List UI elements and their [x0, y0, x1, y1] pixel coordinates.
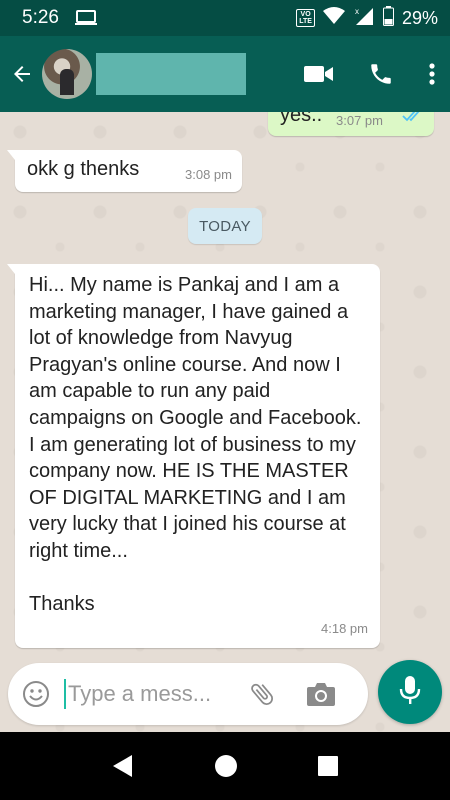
chat-header: [0, 36, 450, 112]
message-input-container: [8, 663, 368, 725]
composer: [0, 660, 450, 732]
avatar[interactable]: [42, 49, 92, 99]
cell-signal-icon: x: [353, 6, 375, 31]
phone-icon[interactable]: [368, 61, 394, 87]
message-bubble-incoming[interactable]: Hi... My name is Pankaj and I am a marke…: [7, 264, 380, 648]
status-indicators: VO LTE x 29%: [296, 5, 438, 31]
svg-text:x: x: [355, 7, 359, 16]
message-time: 3:08 pm: [185, 167, 232, 182]
battery-icon: [382, 5, 394, 31]
emoji-icon[interactable]: [22, 680, 50, 708]
message-text: Hi... My name is Pankaj and I am a marke…: [29, 274, 362, 616]
read-ticks-icon: [402, 112, 424, 128]
volte-badge: VO LTE: [296, 9, 315, 27]
bubble-tail: [7, 264, 15, 274]
bubble-tail: [7, 150, 15, 160]
status-bar: 5:26 VO LTE x 29%: [0, 0, 450, 36]
wifi-icon: [322, 6, 345, 30]
nav-home-icon[interactable]: [214, 754, 238, 778]
nav-back-icon[interactable]: [112, 754, 134, 778]
message-text: yes..: [280, 112, 323, 126]
battery-percent: 29%: [401, 7, 438, 28]
arrow-left-icon[interactable]: [8, 60, 36, 88]
cast-icon: [74, 10, 97, 26]
message-time: 3:07 pm: [336, 113, 383, 128]
system-nav-bar: [0, 732, 450, 800]
message-text: okk g thenks: [27, 158, 140, 180]
status-time: 5:26: [22, 7, 59, 28]
message-input[interactable]: [68, 681, 238, 707]
message-bubble-outgoing[interactable]: yes.. 3:07 pm: [268, 112, 434, 136]
date-divider: TODAY: [188, 208, 262, 244]
nav-recents-icon[interactable]: [318, 756, 338, 776]
message-bubble-incoming[interactable]: okk g thenks 3:08 pm: [7, 150, 242, 192]
paperclip-icon[interactable]: [248, 680, 276, 708]
camera-icon[interactable]: [306, 681, 336, 707]
text-cursor: [64, 679, 66, 709]
video-call-icon[interactable]: [304, 64, 334, 84]
microphone-icon: [399, 675, 421, 710]
header-actions: [304, 61, 436, 87]
mic-button[interactable]: [378, 660, 442, 724]
more-vert-icon[interactable]: [428, 62, 436, 86]
message-time: 4:18 pm: [321, 621, 368, 636]
chat-area[interactable]: yes.. 3:07 pm okk g thenks 3:08 pm TODAY…: [0, 112, 450, 732]
contact-name-redacted[interactable]: [96, 53, 246, 95]
